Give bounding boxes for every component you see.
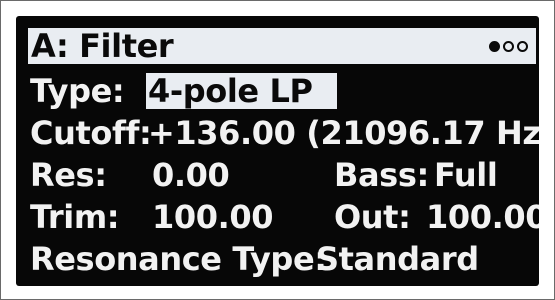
type-label: Type: xyxy=(30,72,125,110)
out-label: Out: xyxy=(334,198,411,236)
bass-label: Bass: xyxy=(334,156,429,194)
page-title: A: Filter xyxy=(31,27,174,65)
trim-value[interactable]: 100.00 xyxy=(152,199,273,235)
out-value[interactable]: 100.00 xyxy=(426,199,539,235)
resonance-type-value[interactable]: Standard xyxy=(316,241,479,277)
trim-label: Trim: xyxy=(30,198,120,236)
page-indicator xyxy=(489,28,528,64)
title-bar: A: Filter xyxy=(28,28,536,64)
type-value: 4-pole LP xyxy=(148,72,313,110)
res-label: Res: xyxy=(30,156,107,194)
resonance-type-label: Resonance Type: xyxy=(30,240,327,278)
hollow-circle-icon xyxy=(503,40,514,52)
cutoff-value[interactable]: +136.00 (21096.17 Hz) xyxy=(148,115,539,151)
type-selector[interactable]: 4-pole LP xyxy=(146,73,337,109)
lcd-screen: A: Filter Type: 4-pole LP Cutoff: +136.0… xyxy=(16,16,539,286)
bass-value[interactable]: Full xyxy=(434,157,498,193)
display-frame: A: Filter Type: 4-pole LP Cutoff: +136.0… xyxy=(0,0,555,300)
res-value[interactable]: 0.00 xyxy=(152,157,230,193)
filled-circle-icon xyxy=(489,40,500,52)
cutoff-label: Cutoff: xyxy=(30,114,152,152)
hollow-circle-icon xyxy=(517,40,528,52)
